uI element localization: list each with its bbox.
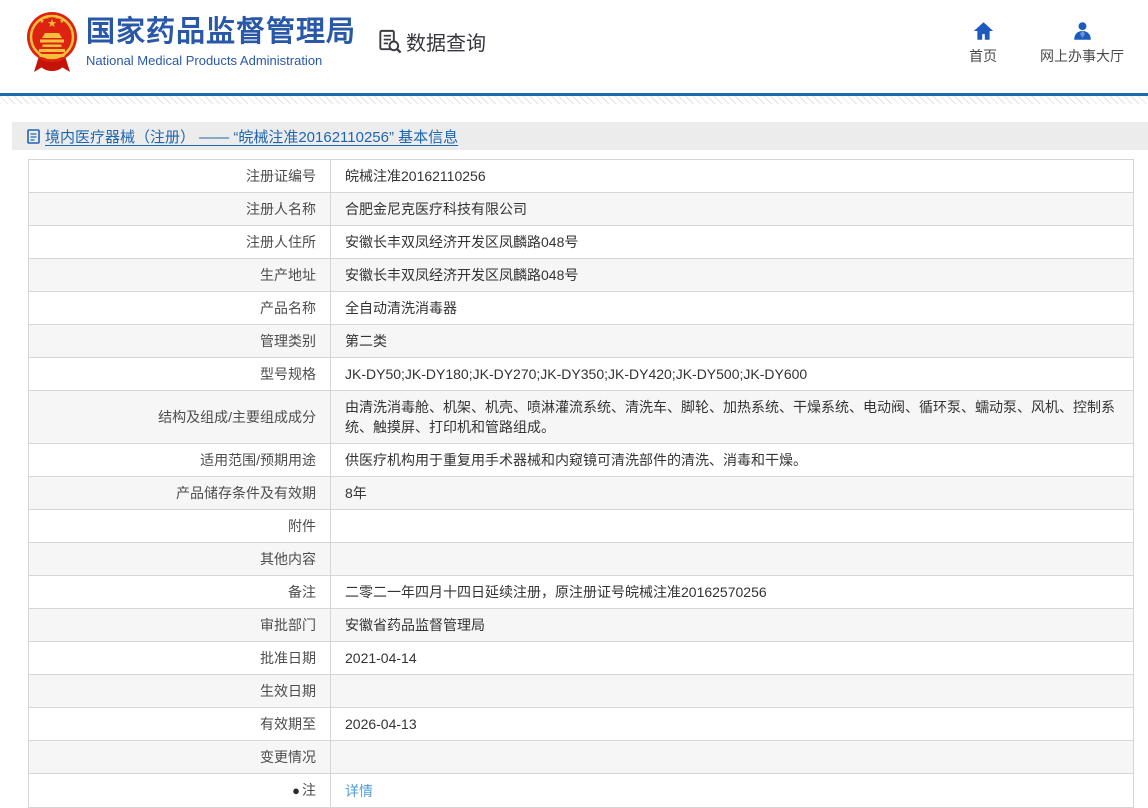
row-label: ●注 [29,774,331,808]
row-value: 2021-04-14 [331,642,1134,675]
page-icon [27,129,40,144]
svg-text:★: ★ [44,14,49,21]
user-icon [1072,21,1093,41]
row-value: 合肥金尼克医疗科技有限公司 [331,193,1134,226]
table-row: 产品名称全自动清洗消毒器 [29,292,1134,325]
page-title-text: 境内医疗器械（注册） —— “皖械注准20162110256” 基本信息 [45,126,458,147]
row-label: 管理类别 [29,325,331,358]
table-row: 注册证编号皖械注准20162110256 [29,160,1134,193]
table-row: 有效期至2026-04-13 [29,708,1134,741]
row-label: 附件 [29,510,331,543]
row-value: 安徽长丰双凤经济开发区凤麟路048号 [331,259,1134,292]
table-row: 审批部门安徽省药品监督管理局 [29,609,1134,642]
document-search-icon [376,28,403,55]
agency-name-en: National Medical Products Administration [86,53,356,68]
nav-home-label: 首页 [969,46,997,66]
table-row: ●注详情 [29,774,1134,808]
table-row: 注册人名称合肥金尼克医疗科技有限公司 [29,193,1134,226]
row-value: JK-DY50;JK-DY180;JK-DY270;JK-DY350;JK-DY… [331,358,1134,391]
note-balloon-icon: ● [292,783,300,798]
striped-divider [0,93,1148,104]
row-label: 注册人名称 [29,193,331,226]
row-value [331,675,1134,708]
table-row: 适用范围/预期用途供医疗机构用于重复用手术器械和内窥镜可清洗部件的清洗、消毒和干… [29,444,1134,477]
row-value: 全自动清洗消毒器 [331,292,1134,325]
registration-table-body: 注册证编号皖械注准20162110256注册人名称合肥金尼克医疗科技有限公司注册… [29,160,1134,808]
page-title-bar: 境内医疗器械（注册） —— “皖械注准20162110256” 基本信息 [12,122,1148,150]
registration-table-wrap: 注册证编号皖械注准20162110256注册人名称合肥金尼克医疗科技有限公司注册… [28,159,1134,808]
row-label: 生产地址 [29,259,331,292]
table-row: 型号规格JK-DY50;JK-DY180;JK-DY270;JK-DY350;J… [29,358,1134,391]
home-icon [973,21,994,41]
registration-table: 注册证编号皖械注准20162110256注册人名称合肥金尼克医疗科技有限公司注册… [28,159,1134,808]
table-row: 结构及组成/主要组成成分由清洗消毒舱、机架、机壳、喷淋灌流系统、清洗车、脚轮、加… [29,391,1134,444]
row-label: 生效日期 [29,675,331,708]
top-nav: 首页 网上办事大厅 [960,21,1124,66]
row-label: 适用范围/预期用途 [29,444,331,477]
table-row: 批准日期2021-04-14 [29,642,1134,675]
detail-link[interactable]: 详情 [345,783,373,799]
national-emblem-icon: ★ ★ ★ ★ ★ [26,10,78,78]
row-label: 审批部门 [29,609,331,642]
row-label: 注册证编号 [29,160,331,193]
nav-item-home[interactable]: 首页 [960,21,1006,66]
row-value: 8年 [331,477,1134,510]
table-row: 备注二零二一年四月十四日延续注册，原注册证号皖械注准20162570256 [29,576,1134,609]
nav-hall-label: 网上办事大厅 [1040,46,1124,66]
table-row: 管理类别第二类 [29,325,1134,358]
row-label: 型号规格 [29,358,331,391]
row-label: 产品名称 [29,292,331,325]
row-label: 有效期至 [29,708,331,741]
row-value: 详情 [331,774,1134,808]
row-label: 其他内容 [29,543,331,576]
nav-item-online-hall[interactable]: 网上办事大厅 [1040,21,1124,66]
row-value [331,510,1134,543]
row-value: 第二类 [331,325,1134,358]
national-emblem-logo[interactable]: ★ ★ ★ ★ ★ [26,10,78,78]
row-value: 由清洗消毒舱、机架、机壳、喷淋灌流系统、清洗车、脚轮、加热系统、干燥系统、电动阀… [331,391,1134,444]
data-query-label: 数据查询 [406,27,486,56]
table-row: 生产地址安徽长丰双凤经济开发区凤麟路048号 [29,259,1134,292]
table-row: 产品储存条件及有效期8年 [29,477,1134,510]
table-row: 附件 [29,510,1134,543]
row-value: 2026-04-13 [331,708,1134,741]
row-value: 安徽长丰双凤经济开发区凤麟路048号 [331,226,1134,259]
data-query-tab[interactable]: 数据查询 [376,27,486,56]
table-row: 生效日期 [29,675,1134,708]
row-label: 批准日期 [29,642,331,675]
table-row: 变更情况 [29,741,1134,774]
table-row: 注册人住所安徽长丰双凤经济开发区凤麟路048号 [29,226,1134,259]
row-value [331,543,1134,576]
site-header: ★ ★ ★ ★ ★ 国家药品监督管理局 National Medical Pro… [0,0,1148,93]
agency-title-block: 国家药品监督管理局 National Medical Products Admi… [86,15,356,68]
row-label: 备注 [29,576,331,609]
svg-text:★: ★ [59,18,64,25]
row-value: 皖械注准20162110256 [331,160,1134,193]
table-row: 其他内容 [29,543,1134,576]
row-value: 安徽省药品监督管理局 [331,609,1134,642]
row-value: 二零二一年四月十四日延续注册，原注册证号皖械注准20162570256 [331,576,1134,609]
row-value [331,741,1134,774]
row-label: 注册人住所 [29,226,331,259]
row-label: 产品储存条件及有效期 [29,477,331,510]
row-label: 变更情况 [29,741,331,774]
page-title: 境内医疗器械（注册） —— “皖械注准20162110256” 基本信息 [27,126,458,147]
row-label: 结构及组成/主要组成成分 [29,391,331,444]
agency-name: 国家药品监督管理局 [86,15,356,49]
row-value: 供医疗机构用于重复用手术器械和内窥镜可清洗部件的清洗、消毒和干燥。 [331,444,1134,477]
